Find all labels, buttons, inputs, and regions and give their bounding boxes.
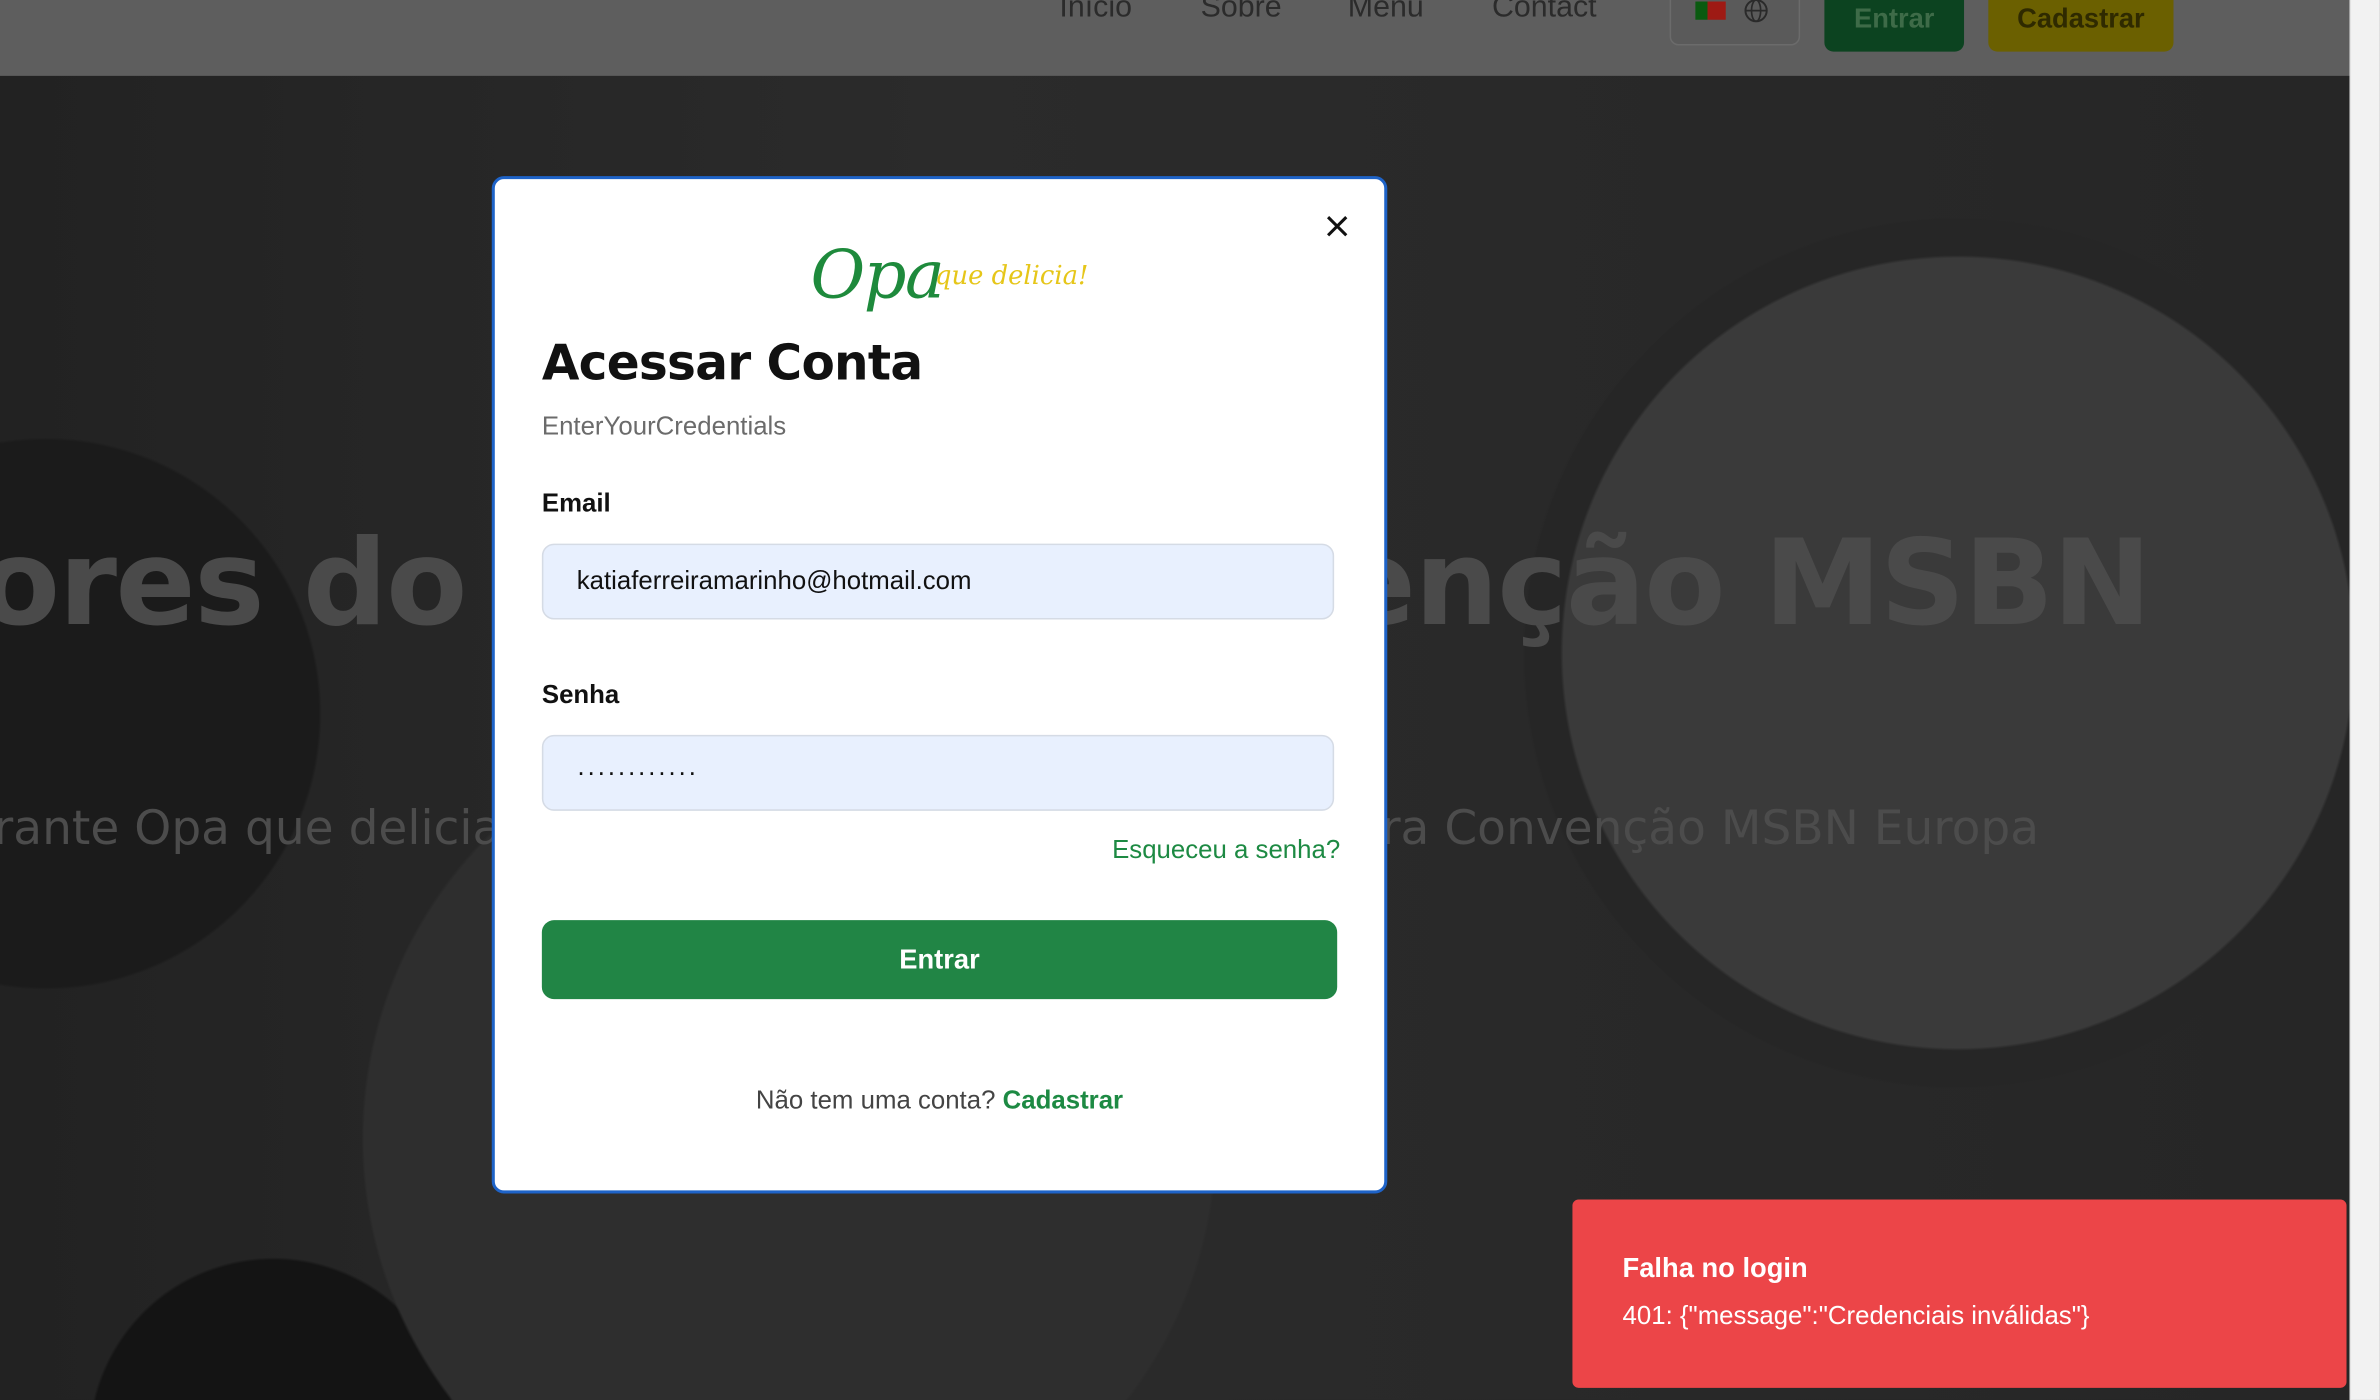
signup-link[interactable]: Cadastrar: [1003, 1086, 1123, 1115]
close-icon[interactable]: [1320, 210, 1353, 243]
hero-subtitle-left: rante Opa que delicia: [0, 801, 502, 857]
globe-icon: [1744, 0, 1768, 23]
password-field[interactable]: [541, 734, 1335, 811]
error-toast[interactable]: Falha no login 401: {"message":"Credenci…: [1572, 1199, 2347, 1388]
page-scrollbar[interactable]: [2349, 0, 2380, 1400]
brand-logo: Opa que delicia!: [811, 237, 1115, 328]
toast-title: Falha no login: [1622, 1252, 1808, 1284]
password-label: Senha: [541, 680, 620, 710]
nav-link-contact[interactable]: Contact: [1492, 0, 1597, 26]
header-signup-button[interactable]: Cadastrar: [1988, 0, 2174, 52]
hero-subtitle-right: ra Convenção MSBN Europa: [1381, 801, 2040, 857]
login-modal: Opa que delicia! Acessar Conta EnterYour…: [491, 176, 1388, 1194]
logo-wordmark: Opa: [810, 236, 945, 315]
logo-tagline: que delicia!: [934, 261, 1089, 292]
language-selector[interactable]: [1669, 0, 1801, 46]
nav-link-sobre[interactable]: Sobre: [1201, 0, 1282, 26]
login-submit-button[interactable]: Entrar: [541, 920, 1338, 1000]
header-login-button[interactable]: Entrar: [1824, 0, 1965, 52]
page: Início Sobre Menu Contact Entrar Cadastr…: [0, 0, 2380, 1400]
forgot-password-link[interactable]: Esqueceu a senha?: [1112, 835, 1340, 865]
nav-link-menu[interactable]: Menu: [1348, 0, 1424, 26]
email-field[interactable]: [541, 543, 1335, 620]
hero-title-right: enção MSBN: [1335, 516, 2152, 653]
email-label: Email: [541, 488, 611, 518]
no-account-text: Não tem uma conta?: [755, 1085, 996, 1115]
nav-link-inicio[interactable]: Início: [1059, 0, 1132, 26]
pt-flag-icon: [1695, 1, 1726, 20]
modal-subtitle: EnterYourCredentials: [541, 411, 787, 441]
modal-title: Acessar Conta: [541, 334, 923, 392]
toast-message: 401: {"message":"Credenciais inválidas"}: [1622, 1301, 2090, 1331]
signup-prompt: Não tem uma conta? Cadastrar: [495, 1086, 1384, 1116]
site-header: Início Sobre Menu Contact Entrar Cadastr…: [0, 0, 2350, 76]
